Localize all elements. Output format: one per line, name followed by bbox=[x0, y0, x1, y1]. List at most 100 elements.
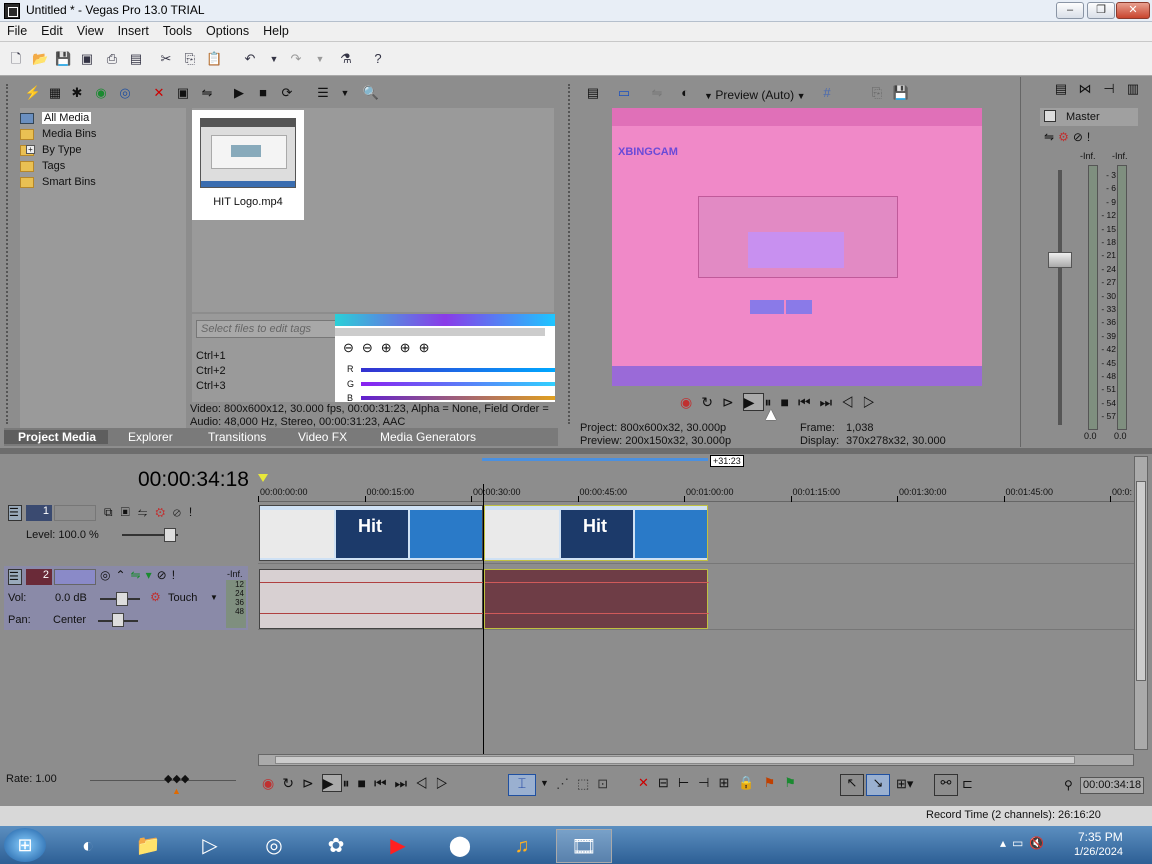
marker-icon[interactable]: ⚑ bbox=[764, 775, 785, 790]
preview-transport[interactable]: ◉↻⊳▶⏸■⏮⏭◁▷ bbox=[680, 393, 885, 411]
timeline-hscroll[interactable] bbox=[258, 754, 1134, 766]
video-track-controls[interactable]: ⧉▣⇋⚙⊘! bbox=[104, 505, 200, 520]
color-picker-popup[interactable]: ⊖⊖⊕⊕⊕ R G B bbox=[335, 314, 555, 403]
split-icon[interactable]: ⊞ bbox=[718, 775, 738, 790]
menu-edit[interactable]: Edit bbox=[34, 22, 70, 38]
tl-play-from-start-icon[interactable]: ⊳ bbox=[302, 775, 322, 791]
tl-stop-icon[interactable]: ■ bbox=[357, 775, 373, 791]
vscroll-thumb[interactable] bbox=[1136, 481, 1146, 681]
video-track-header[interactable]: ☰ 1 ⧉▣⇋⚙⊘! Level: 100.0 % bbox=[4, 502, 248, 564]
timeline-vscroll[interactable] bbox=[1134, 456, 1148, 750]
end-timecode[interactable]: 00:00:34:18 bbox=[1080, 777, 1144, 794]
automation-dropdown-icon[interactable]: ▼ bbox=[210, 593, 218, 602]
trim-start-icon[interactable]: ⊢ bbox=[678, 775, 698, 790]
invert-phase-icon[interactable]: ⌃ bbox=[115, 568, 130, 582]
lock-icon[interactable]: 🔒 bbox=[738, 775, 763, 790]
automation-mode[interactable]: Touch bbox=[168, 592, 197, 604]
automation-icon[interactable]: ⚙ bbox=[150, 590, 161, 604]
views-icon[interactable]: ☰ bbox=[314, 84, 332, 102]
stop-icon[interactable]: ■ bbox=[780, 394, 797, 410]
minimize-button[interactable]: – bbox=[1056, 2, 1084, 19]
snapping-icon[interactable]: ⊏ bbox=[962, 776, 973, 792]
auto-preview-icon[interactable]: ⟳ bbox=[278, 84, 296, 102]
crossfade-icon[interactable]: ⚯ bbox=[934, 774, 958, 796]
envelope-tool-icon[interactable]: ⋰ bbox=[556, 776, 577, 791]
time-ruler[interactable]: 00:00:00:00 00:00:15:00 00:00:30:00 00:00:4… bbox=[258, 484, 1134, 502]
overlays-icon[interactable]: # bbox=[818, 84, 836, 102]
stop-preview-icon[interactable]: ■ bbox=[254, 84, 272, 102]
loop-region[interactable] bbox=[482, 458, 708, 461]
downmix-icon[interactable]: ⋈ bbox=[1076, 80, 1094, 98]
tab-explorer[interactable]: Explorer bbox=[128, 430, 173, 444]
track-collapse-icon[interactable]: ☰ bbox=[8, 505, 22, 521]
media-fx-icon[interactable]: ▣ bbox=[174, 84, 192, 102]
trim-end-icon[interactable]: ⊣ bbox=[698, 775, 718, 790]
open-icon[interactable]: 📂 bbox=[32, 51, 48, 67]
audio-track-name[interactable] bbox=[54, 569, 96, 585]
copy-icon[interactable]: ⎘ bbox=[182, 51, 198, 67]
menu-options[interactable]: Options bbox=[199, 22, 256, 38]
arm-record-icon[interactable]: ◎ bbox=[100, 568, 115, 582]
menu-tools[interactable]: Tools bbox=[156, 22, 199, 38]
video-event-2[interactable]: Hit bbox=[484, 505, 708, 561]
paste-icon[interactable]: 📋 bbox=[206, 51, 222, 67]
new-icon[interactable]: 🗋 bbox=[8, 51, 24, 67]
pane-grip[interactable] bbox=[6, 84, 12, 424]
video-track-name[interactable] bbox=[54, 505, 96, 521]
tl-prev-frame-icon[interactable]: ◁ bbox=[415, 775, 436, 791]
delete-icon[interactable]: ✕ bbox=[638, 775, 658, 790]
go-to-end-icon[interactable]: ⏭ bbox=[820, 394, 842, 410]
edge-icon[interactable]: ◐ bbox=[60, 829, 116, 863]
master-controls[interactable]: ⇋⚙⊘! bbox=[1044, 130, 1094, 144]
region-icon[interactable]: ⚑ bbox=[784, 775, 805, 790]
video-event-1[interactable]: Hit bbox=[259, 505, 483, 561]
save-icon[interactable]: 💾 bbox=[55, 51, 71, 67]
copilot-icon[interactable]: ✿ bbox=[308, 829, 364, 863]
media-player-icon[interactable]: ▷ bbox=[182, 829, 238, 863]
refresh-icon[interactable]: ◉ bbox=[92, 84, 110, 102]
audio-track-controls[interactable]: ◎⌃⇋▾⊘! bbox=[100, 568, 180, 582]
go-to-start-icon[interactable]: ⏮ bbox=[798, 394, 820, 410]
audio-track-collapse-icon[interactable]: ☰ bbox=[8, 569, 22, 585]
dim-icon[interactable]: ⊣ bbox=[1100, 80, 1118, 98]
audio-track-header[interactable]: ☰ 2 ◎⌃⇋▾⊘! -Inf. 12 24 36 48 Vol: 0.0 dB ⚙ … bbox=[4, 566, 248, 630]
next-frame-icon[interactable]: ▷ bbox=[863, 394, 885, 410]
youtube-icon[interactable]: ▶ bbox=[370, 829, 426, 863]
editing-buttons[interactable]: ✕⊟⊢⊣⊞🔒⚑⚑ bbox=[638, 775, 805, 791]
start-marker-icon[interactable] bbox=[258, 474, 268, 482]
zoom-tool-icon[interactable]: ⊡ bbox=[597, 776, 616, 791]
vegas-taskbar-icon[interactable]: 🎞 bbox=[556, 829, 612, 863]
tree-item-by-type[interactable]: By Type bbox=[20, 144, 82, 156]
tab-project-media[interactable]: Project Media bbox=[4, 430, 108, 444]
loop-icon[interactable]: ↻ bbox=[701, 394, 722, 410]
split-screen-icon[interactable]: ⇋ bbox=[648, 84, 666, 102]
enable-snapping-icon[interactable]: ⚗ bbox=[338, 51, 354, 67]
redo-dropdown-icon[interactable]: ▼ bbox=[312, 51, 328, 67]
menu-view[interactable]: View bbox=[70, 22, 111, 38]
master-gear-icon[interactable]: ⚙ bbox=[1058, 130, 1073, 144]
undo-dropdown-icon[interactable]: ▼ bbox=[266, 51, 282, 67]
level-slider-handle[interactable] bbox=[164, 528, 176, 542]
solo-icon[interactable]: ! bbox=[189, 505, 200, 519]
audio-mute-icon[interactable]: ⊘ bbox=[157, 568, 172, 582]
preview-mode-select[interactable]: ▼ Preview (Auto) ▼ bbox=[704, 88, 806, 102]
menu-insert[interactable]: Insert bbox=[111, 22, 156, 38]
file-explorer-icon[interactable]: 📁 bbox=[120, 829, 176, 863]
playhead-cursor[interactable] bbox=[483, 484, 484, 754]
close-button[interactable]: ✕ bbox=[1116, 2, 1150, 19]
start-button-icon[interactable]: ⊞ bbox=[4, 828, 46, 862]
redo-icon[interactable]: ↷ bbox=[288, 51, 304, 67]
trim-icon[interactable]: ⊟ bbox=[658, 775, 678, 790]
master-solo-icon[interactable]: ! bbox=[1087, 130, 1094, 144]
tl-pause-icon[interactable]: ⏸ bbox=[342, 775, 357, 791]
video-output-icon[interactable]: ▤ bbox=[584, 84, 602, 102]
master-mute-icon[interactable]: ⊘ bbox=[1073, 130, 1087, 144]
tl-go-start-icon[interactable]: ⏮ bbox=[374, 775, 395, 791]
master-checkbox-icon[interactable] bbox=[1044, 110, 1056, 122]
composite-mode-icon[interactable]: ⧉ bbox=[104, 505, 121, 519]
parent-override-icon[interactable]: ▣ bbox=[121, 505, 138, 519]
menu-help[interactable]: Help bbox=[256, 22, 296, 38]
capture-video-icon[interactable]: ▦ bbox=[46, 84, 64, 102]
tree-item-tags[interactable]: Tags bbox=[20, 160, 65, 172]
vol-slider-handle[interactable] bbox=[116, 592, 128, 606]
